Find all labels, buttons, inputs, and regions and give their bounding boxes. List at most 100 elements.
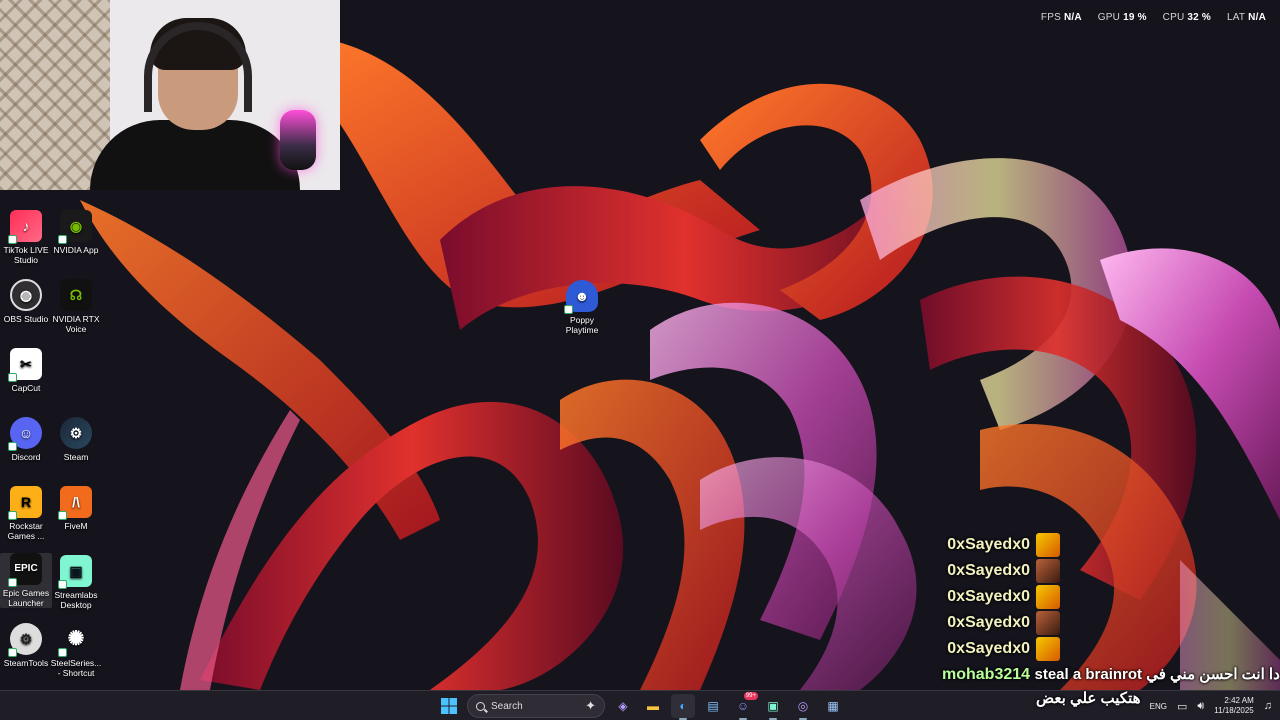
start-button[interactable] xyxy=(437,694,461,718)
desktop-icon-steelseries[interactable]: ✺ SteelSeries... - Shortcut xyxy=(50,623,102,678)
copilot-button[interactable]: ◈ xyxy=(611,694,635,718)
shortcut-overlay-icon xyxy=(8,648,17,657)
desktop-icon-label: OBS Studio xyxy=(3,314,49,324)
emote-icon xyxy=(1036,559,1060,583)
latency-stat: LAT N/A xyxy=(1227,12,1266,23)
clock[interactable]: 2:42 AM 11/18/2025 xyxy=(1214,696,1253,716)
edge-icon: ◐ xyxy=(679,699,687,713)
shortcut-overlay-icon xyxy=(58,648,67,657)
photos-taskbar-button[interactable]: ▦ xyxy=(821,694,845,718)
desktop-icon-epic-games-launcher[interactable]: EPIC Epic Games Launcher xyxy=(0,553,52,608)
gpu-value: 19 % xyxy=(1123,12,1147,23)
store-button[interactable]: ▤ xyxy=(701,694,725,718)
cpu-stat: CPU 32 % xyxy=(1163,12,1211,23)
streamlabs-icon: ▣ xyxy=(58,555,92,589)
chat-username: 0xSayedx0 xyxy=(947,614,1030,631)
search-icon xyxy=(476,701,485,711)
desktop-icon-label: Steam xyxy=(63,452,89,462)
wooden-lattice-screen xyxy=(0,0,110,190)
search-highlight-icon: ✦ xyxy=(585,698,596,713)
gpu-stat: GPU 19 % xyxy=(1098,12,1147,23)
desktop-icon-label: SteelSeries... - Shortcut xyxy=(50,658,102,678)
rgb-microphone xyxy=(280,110,316,170)
search-label: Search xyxy=(491,700,523,712)
desktop-icon-label: NVIDIA App xyxy=(53,245,99,255)
cpu-label: CPU xyxy=(1162,12,1185,23)
desktop-icon-label: CapCut xyxy=(11,383,41,393)
desktop-icon-streamlabs-desktop[interactable]: ▣ Streamlabs Desktop xyxy=(50,555,102,610)
rtx-voice-icon: ☊ xyxy=(60,279,92,311)
notification-bell-icon[interactable]: ♫ xyxy=(1264,700,1272,712)
copilot-icon: ◈ xyxy=(618,699,628,713)
shortcut-overlay-icon xyxy=(8,442,17,451)
webcam-overlay xyxy=(0,0,340,190)
emote-icon xyxy=(1036,637,1060,661)
shortcut-overlay-icon xyxy=(8,511,17,520)
store-icon: ▤ xyxy=(707,699,719,713)
desktop-icon-steamtools[interactable]: ⚙ SteamTools xyxy=(0,623,52,668)
desktop-icon-steam[interactable]: ⚙ Steam xyxy=(50,417,102,462)
chat-username: 0xSayedx0 xyxy=(947,562,1030,579)
desktop-icon-label: FiveM xyxy=(64,521,88,531)
shortcut-overlay-icon xyxy=(58,235,67,244)
desktop-icon-label: TikTok LIVE Studio xyxy=(3,245,49,265)
chat-message: mohab3214 steal a brainrot دا انت احسن م… xyxy=(942,665,1280,684)
windows-icon xyxy=(441,698,457,714)
desktop-icon-label: Streamlabs Desktop xyxy=(54,590,98,610)
discord-taskbar-button[interactable]: ☺ 99+ xyxy=(731,692,758,720)
desktop-icon-nvidia-rtx-voice[interactable]: ☊ NVIDIA RTX Voice xyxy=(50,279,102,334)
poppy-playtime-icon: ☻ xyxy=(564,280,598,314)
steelseries-icon: ✺ xyxy=(58,623,92,657)
chat-message-continuation: هتكيب علي بعض xyxy=(1036,689,1141,708)
chat-line: 0xSayedx0 xyxy=(947,533,1060,557)
network-icon[interactable]: ▭ xyxy=(1177,700,1187,713)
desktop-icon-capcut[interactable]: ✂ CapCut xyxy=(0,348,52,393)
emote-icon xyxy=(1036,533,1060,557)
clock-time: 2:42 AM xyxy=(1224,696,1254,705)
desktop-icon-label: NVIDIA RTX Voice xyxy=(52,314,100,334)
desktop-icon-label: Epic Games Launcher xyxy=(2,588,50,608)
chat-username: 0xSayedx0 xyxy=(947,640,1030,657)
app-taskbar-button[interactable]: ◎ xyxy=(791,694,815,720)
edge-button[interactable]: ◐ xyxy=(671,694,695,720)
desktop-icon-fivem[interactable]: /\ FiveM xyxy=(50,486,102,531)
chat-message-username: mohab3214 xyxy=(942,666,1031,683)
shortcut-overlay-icon xyxy=(58,580,67,589)
rockstar-icon: R xyxy=(8,486,42,520)
chat-message-text: steal a brainrot دا انت احسن مني في xyxy=(1034,666,1280,683)
volume-icon[interactable]: 🔊︎ xyxy=(1197,700,1204,713)
steam-icon: ⚙ xyxy=(60,417,92,449)
chat-username: 0xSayedx0 xyxy=(947,536,1030,553)
latency-value: N/A xyxy=(1248,12,1266,23)
desktop-icon-nvidia-app[interactable]: ◉ NVIDIA App xyxy=(50,210,102,255)
emote-icon xyxy=(1036,611,1060,635)
taskbar-search[interactable]: Search ✦ xyxy=(467,694,605,718)
streamlabs-icon: ▣ xyxy=(767,699,779,713)
photos-icon: ▦ xyxy=(827,699,839,713)
desktop-icon-rockstar-games[interactable]: R Rockstar Games ... xyxy=(0,486,52,541)
desktop-icon-obs-studio[interactable]: ◍ OBS Studio xyxy=(0,279,52,324)
chat-line: 0xSayedx0 xyxy=(947,611,1060,635)
chat-line: 0xSayedx0 xyxy=(947,637,1060,661)
desktop-icon-poppy-playtime[interactable]: ☻ Poppy Playtime xyxy=(556,280,608,335)
language-indicator[interactable]: ENG xyxy=(1150,702,1167,711)
discord-icon: ☺ xyxy=(8,417,42,451)
fps-value: N/A xyxy=(1063,12,1082,23)
desktop-icon-label: Discord xyxy=(11,452,41,462)
chat-message-text-line2: هتكيب علي بعض xyxy=(1036,690,1141,707)
chat-line: 0xSayedx0 xyxy=(947,585,1060,609)
desktop-icon-discord[interactable]: ☺ Discord xyxy=(0,417,52,462)
file-explorer-button[interactable]: ▬ xyxy=(641,694,665,718)
fps-label: FPS xyxy=(1040,12,1061,23)
streamlabs-taskbar-button[interactable]: ▣ xyxy=(761,694,785,720)
chat-line: 0xSayedx0 xyxy=(947,559,1060,583)
desktop-icon-tiktok-live-studio[interactable]: ♪ TikTok LIVE Studio xyxy=(0,210,52,265)
emote-icon xyxy=(1036,585,1060,609)
discord-icon: ☺ xyxy=(736,699,750,713)
taskbar-apps: Search ✦ ◈ ▬ ◐ ▤ ☺ 99+ ▣ ◎ ▦ xyxy=(437,692,845,720)
latency-label: LAT xyxy=(1226,12,1246,23)
obs-icon: ◍ xyxy=(10,279,42,311)
shortcut-overlay-icon xyxy=(8,235,17,244)
folder-icon: ▬ xyxy=(647,699,659,713)
fps-stat: FPS N/A xyxy=(1041,12,1082,23)
